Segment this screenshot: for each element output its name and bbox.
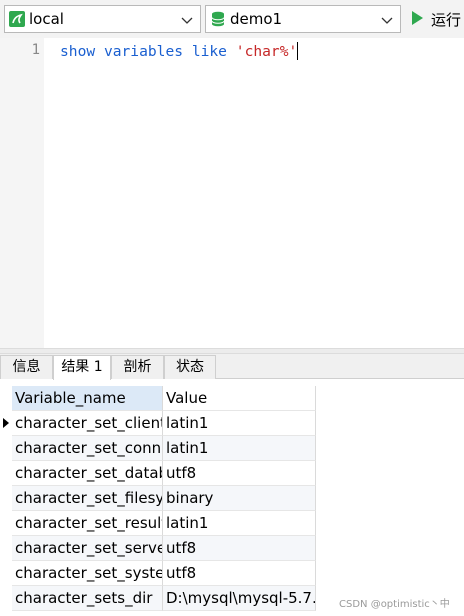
table-row[interactable]: character_set_system utf8	[0, 561, 316, 586]
table-row[interactable]: character_set_filesystem binary	[0, 486, 316, 511]
keyword-show: show	[60, 43, 96, 60]
table-row[interactable]: character_set_connection latin1	[0, 436, 316, 461]
string-literal: 'char%'	[235, 43, 298, 60]
row-marker	[0, 536, 12, 561]
play-icon	[412, 11, 423, 25]
row-marker	[0, 486, 12, 511]
code-line[interactable]: show variables like 'char%'	[60, 42, 299, 60]
table-row[interactable]: character_set_results latin1	[0, 511, 316, 536]
cell-variable-name[interactable]: character_set_connection	[12, 436, 163, 461]
cell-value[interactable]: utf8	[163, 536, 316, 561]
row-marker	[0, 436, 12, 461]
cell-variable-name[interactable]: character_set_server	[12, 536, 163, 561]
current-row-indicator	[0, 411, 12, 436]
mysql-connection-icon	[9, 11, 25, 27]
keyword-like: like	[191, 43, 227, 60]
cell-variable-name[interactable]: character_set_system	[12, 561, 163, 586]
watermark: CSDN @optimistic丶中	[339, 599, 450, 610]
line-number-gutter: 1	[0, 38, 44, 348]
cell-value[interactable]: latin1	[163, 511, 316, 536]
cell-variable-name[interactable]: character_set_results	[12, 511, 163, 536]
cell-value[interactable]: utf8	[163, 561, 316, 586]
table-row[interactable]: character_set_client latin1	[0, 411, 316, 436]
table-row[interactable]: character_set_database utf8	[0, 461, 316, 486]
cell-value[interactable]: latin1	[163, 411, 316, 436]
toolbar: local demo1 运行	[0, 0, 464, 38]
result-grid: Variable_name Value character_set_client…	[0, 380, 464, 616]
chevron-down-icon[interactable]	[380, 13, 394, 27]
cell-value[interactable]: D:\mysql\mysql-5.7.31	[163, 586, 316, 611]
cell-variable-name[interactable]: character_sets_dir	[12, 586, 163, 611]
tab-result-1[interactable]: 结果 1	[53, 355, 111, 380]
keyword-variables: variables	[103, 43, 184, 60]
result-tabs: 信息 结果 1 剖析 状态	[0, 354, 464, 380]
row-marker	[0, 461, 12, 486]
database-icon	[211, 11, 225, 27]
chevron-down-icon[interactable]	[180, 13, 194, 27]
row-marker	[0, 586, 12, 611]
cell-variable-name[interactable]: character_set_client	[12, 411, 163, 436]
database-select[interactable]: demo1	[205, 5, 401, 33]
text-caret	[297, 42, 299, 60]
connection-select[interactable]: local	[4, 5, 201, 33]
sql-editor[interactable]: 1 show variables like 'char%'	[0, 38, 464, 348]
column-header-value[interactable]: Value	[163, 386, 316, 411]
row-marker	[0, 511, 12, 536]
database-label: demo1	[230, 10, 283, 28]
header-row: Variable_name Value	[0, 386, 316, 411]
cell-variable-name[interactable]: character_set_database	[12, 461, 163, 486]
connection-label: local	[29, 10, 64, 28]
cell-variable-name[interactable]: character_set_filesystem	[12, 486, 163, 511]
row-marker	[0, 561, 12, 586]
tab-info[interactable]: 信息	[0, 355, 53, 379]
row-marker-header	[0, 386, 12, 411]
cell-value[interactable]: binary	[163, 486, 316, 511]
table-row[interactable]: character_sets_dir D:\mysql\mysql-5.7.31	[0, 586, 316, 611]
tab-profile[interactable]: 剖析	[111, 355, 164, 379]
cell-value[interactable]: utf8	[163, 461, 316, 486]
tab-status[interactable]: 状态	[164, 355, 216, 379]
column-header-variable-name[interactable]: Variable_name	[12, 386, 163, 411]
cell-value[interactable]: latin1	[163, 436, 316, 461]
line-number: 1	[31, 42, 40, 58]
table-row[interactable]: character_set_server utf8	[0, 536, 316, 561]
run-label: 运行	[431, 11, 462, 29]
